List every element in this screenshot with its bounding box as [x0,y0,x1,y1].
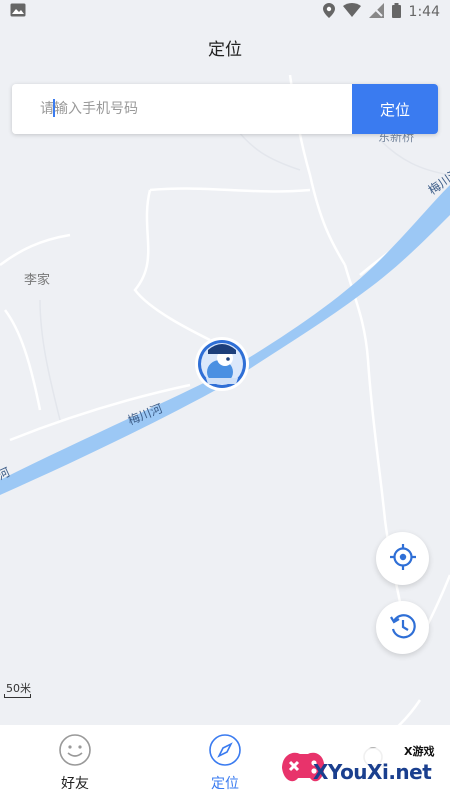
my-location-button[interactable] [376,532,429,585]
crosshair-icon [389,543,417,575]
place-label-village: 李家 [24,272,50,288]
battery-icon [391,2,401,22]
history-clock-icon [389,612,417,644]
phone-number-input[interactable] [12,84,352,134]
no-signal-icon [368,2,384,22]
map-scale-label: 50米 [6,682,31,695]
user-location-marker[interactable] [195,337,249,391]
page-title: 定位 [208,39,242,60]
phone-search-bar: 定位 [12,84,438,134]
location-pin-icon [322,2,335,22]
tab-locate-label: 定位 [211,775,239,792]
status-time: 1:44 [408,4,440,20]
history-button[interactable] [376,601,429,654]
locate-button[interactable]: 定位 [352,84,438,134]
status-bar: 1:44 [0,0,450,24]
watermark-tag: X游戏 [404,745,435,758]
smile-icon [58,733,92,767]
text-cursor [53,99,55,117]
site-watermark: X游戏 XYouXi.net [276,738,450,800]
watermark-brand: XYouXi.net [313,760,432,784]
tab-friends[interactable]: 好友 [0,725,150,800]
tab-friends-label: 好友 [61,775,89,792]
compass-icon [208,733,242,767]
gallery-icon [10,3,26,21]
wifi-icon [342,3,361,21]
